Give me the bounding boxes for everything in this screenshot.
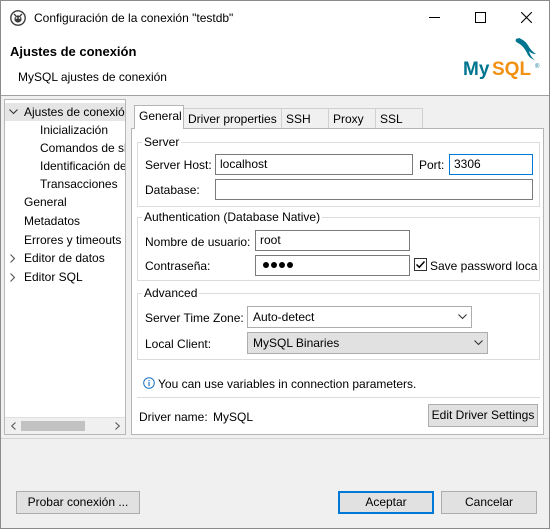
window-title: Configuración de la conexión "testdb" [34, 11, 234, 25]
scroll-left-icon[interactable] [5, 418, 21, 434]
tab-general[interactable]: General [134, 105, 184, 129]
advanced-group-label: Advanced [142, 286, 200, 300]
tree-item-label: Errores y timeouts [24, 233, 122, 247]
cancel-button[interactable]: Cancelar [441, 491, 537, 514]
tab-proxy[interactable]: Proxy [328, 108, 376, 129]
tree-item-general[interactable]: General [24, 193, 67, 211]
checkmark-icon [415, 260, 426, 269]
general-tab-panel: Server Server Host: localhost Port: 3306… [131, 128, 544, 435]
server-group: Server Server Host: localhost Port: 3306… [137, 135, 540, 207]
tree-item-shell-commands[interactable]: Comandos de shell [40, 139, 125, 157]
driver-name-label: Driver name: [139, 410, 208, 424]
local-client-label: Local Client: [145, 337, 212, 351]
tree-item-metadata[interactable]: Metadatos [24, 212, 80, 230]
svg-text:®: ® [535, 63, 540, 70]
header-banner: Ajustes de conexión MySQL ajustes de con… [1, 34, 549, 96]
minimize-button[interactable] [411, 1, 457, 34]
tab-ssh[interactable]: SSH [281, 108, 329, 129]
password-input[interactable] [255, 255, 410, 276]
tab-label: General [139, 109, 182, 123]
minimize-icon [428, 17, 440, 18]
svg-text:SQL: SQL [492, 59, 531, 80]
password-mask [263, 262, 293, 268]
port-label: Port: [419, 158, 445, 172]
tree-item-label: Editor SQL [24, 270, 83, 284]
port-input[interactable]: 3306 [449, 154, 533, 175]
tab-driver-properties[interactable]: Driver properties [183, 108, 282, 129]
close-icon [520, 12, 532, 23]
close-button[interactable] [503, 1, 549, 34]
username-label: Nombre de usuario: [145, 235, 251, 249]
maximize-button[interactable] [457, 1, 503, 34]
timezone-select[interactable]: Auto-detect [247, 306, 472, 328]
tree-item-label: Inicialización [40, 123, 109, 137]
tab-label: SSH [286, 112, 311, 126]
tab-label: Driver properties [188, 112, 277, 126]
horizontal-scrollbar[interactable] [5, 417, 125, 434]
authentication-group: Authentication (Database Native) Nombre … [137, 210, 540, 281]
tree-item-initialization[interactable]: Inicialización [40, 121, 108, 139]
chevron-right-icon[interactable] [7, 249, 19, 267]
info-icon [143, 377, 155, 389]
variables-info-text: You can use variables in connection para… [158, 377, 417, 391]
test-connection-button[interactable]: Probar conexión ... [16, 491, 140, 514]
scrollbar-thumb[interactable] [21, 421, 85, 431]
timezone-label: Server Time Zone: [145, 311, 244, 325]
tree-item-label: Ajustes de conexión [24, 105, 126, 119]
tree-item-label: Editor de datos [24, 251, 105, 265]
driver-name-value: MySQL [213, 410, 254, 424]
database-input[interactable] [215, 179, 533, 200]
tree-item-data-editor[interactable]: Editor de datos [5, 249, 125, 267]
mysql-logo: My SQL ® [463, 38, 540, 80]
tree-item-label: Comandos de shell [40, 141, 125, 155]
accept-button[interactable]: Aceptar [338, 491, 434, 514]
page-subtitle: MySQL ajustes de conexión [18, 70, 167, 84]
server-host-label: Server Host: [145, 158, 212, 172]
tree-item-sql-editor[interactable]: Editor SQL [5, 268, 125, 286]
server-host-input[interactable]: localhost [215, 154, 413, 175]
edit-driver-settings-button[interactable]: Edit Driver Settings [428, 404, 538, 427]
tree-item-label: Metadatos [24, 214, 81, 228]
password-label: Contraseña: [145, 259, 211, 273]
advanced-group: Advanced Server Time Zone: Auto-detect L… [137, 286, 540, 360]
scroll-right-icon[interactable] [109, 418, 125, 434]
tree-item-label: Transacciones [40, 177, 118, 191]
tab-label: SSL [380, 112, 403, 126]
tree-item-label: General [24, 195, 67, 209]
tree-item-transactions[interactable]: Transacciones [40, 175, 118, 193]
title-bar: Configuración de la conexión "testdb" [1, 1, 549, 34]
tab-label: Proxy [333, 112, 364, 126]
tree-item-client-identification[interactable]: Identificación de cliente [40, 157, 126, 175]
server-group-label: Server [142, 135, 182, 149]
local-client-select[interactable]: MySQL Binaries [247, 332, 488, 354]
chevron-down-icon [474, 340, 483, 346]
save-password-label[interactable]: Save password loca [430, 259, 537, 273]
chevron-right-icon[interactable] [7, 268, 19, 286]
divider [1, 438, 549, 439]
authentication-group-label: Authentication (Database Native) [142, 210, 323, 224]
tab-ssl[interactable]: SSL [375, 108, 423, 129]
svg-text:My: My [463, 59, 490, 80]
tree-item-label: Identificación de cliente [40, 159, 126, 173]
connection-settings-dialog: Configuración de la conexión "testdb" Aj… [0, 0, 550, 529]
page-title: Ajustes de conexión [10, 44, 137, 59]
timezone-value: Auto-detect [253, 310, 315, 324]
local-client-value: MySQL Binaries [253, 336, 340, 350]
database-label: Database: [145, 183, 200, 197]
chevron-down-icon[interactable] [7, 103, 19, 121]
maximize-icon [474, 12, 486, 23]
tree-item-connection-settings[interactable]: Ajustes de conexión [5, 103, 125, 121]
chevron-down-icon [458, 314, 467, 320]
tree-item-errors-timeouts[interactable]: Errores y timeouts [24, 231, 121, 249]
dbeaver-icon [10, 10, 26, 26]
settings-tree: Ajustes de conexión Inicialización Coman… [4, 99, 126, 435]
save-password-checkbox[interactable] [414, 258, 427, 271]
username-input[interactable]: root [255, 230, 410, 251]
divider [137, 397, 540, 398]
